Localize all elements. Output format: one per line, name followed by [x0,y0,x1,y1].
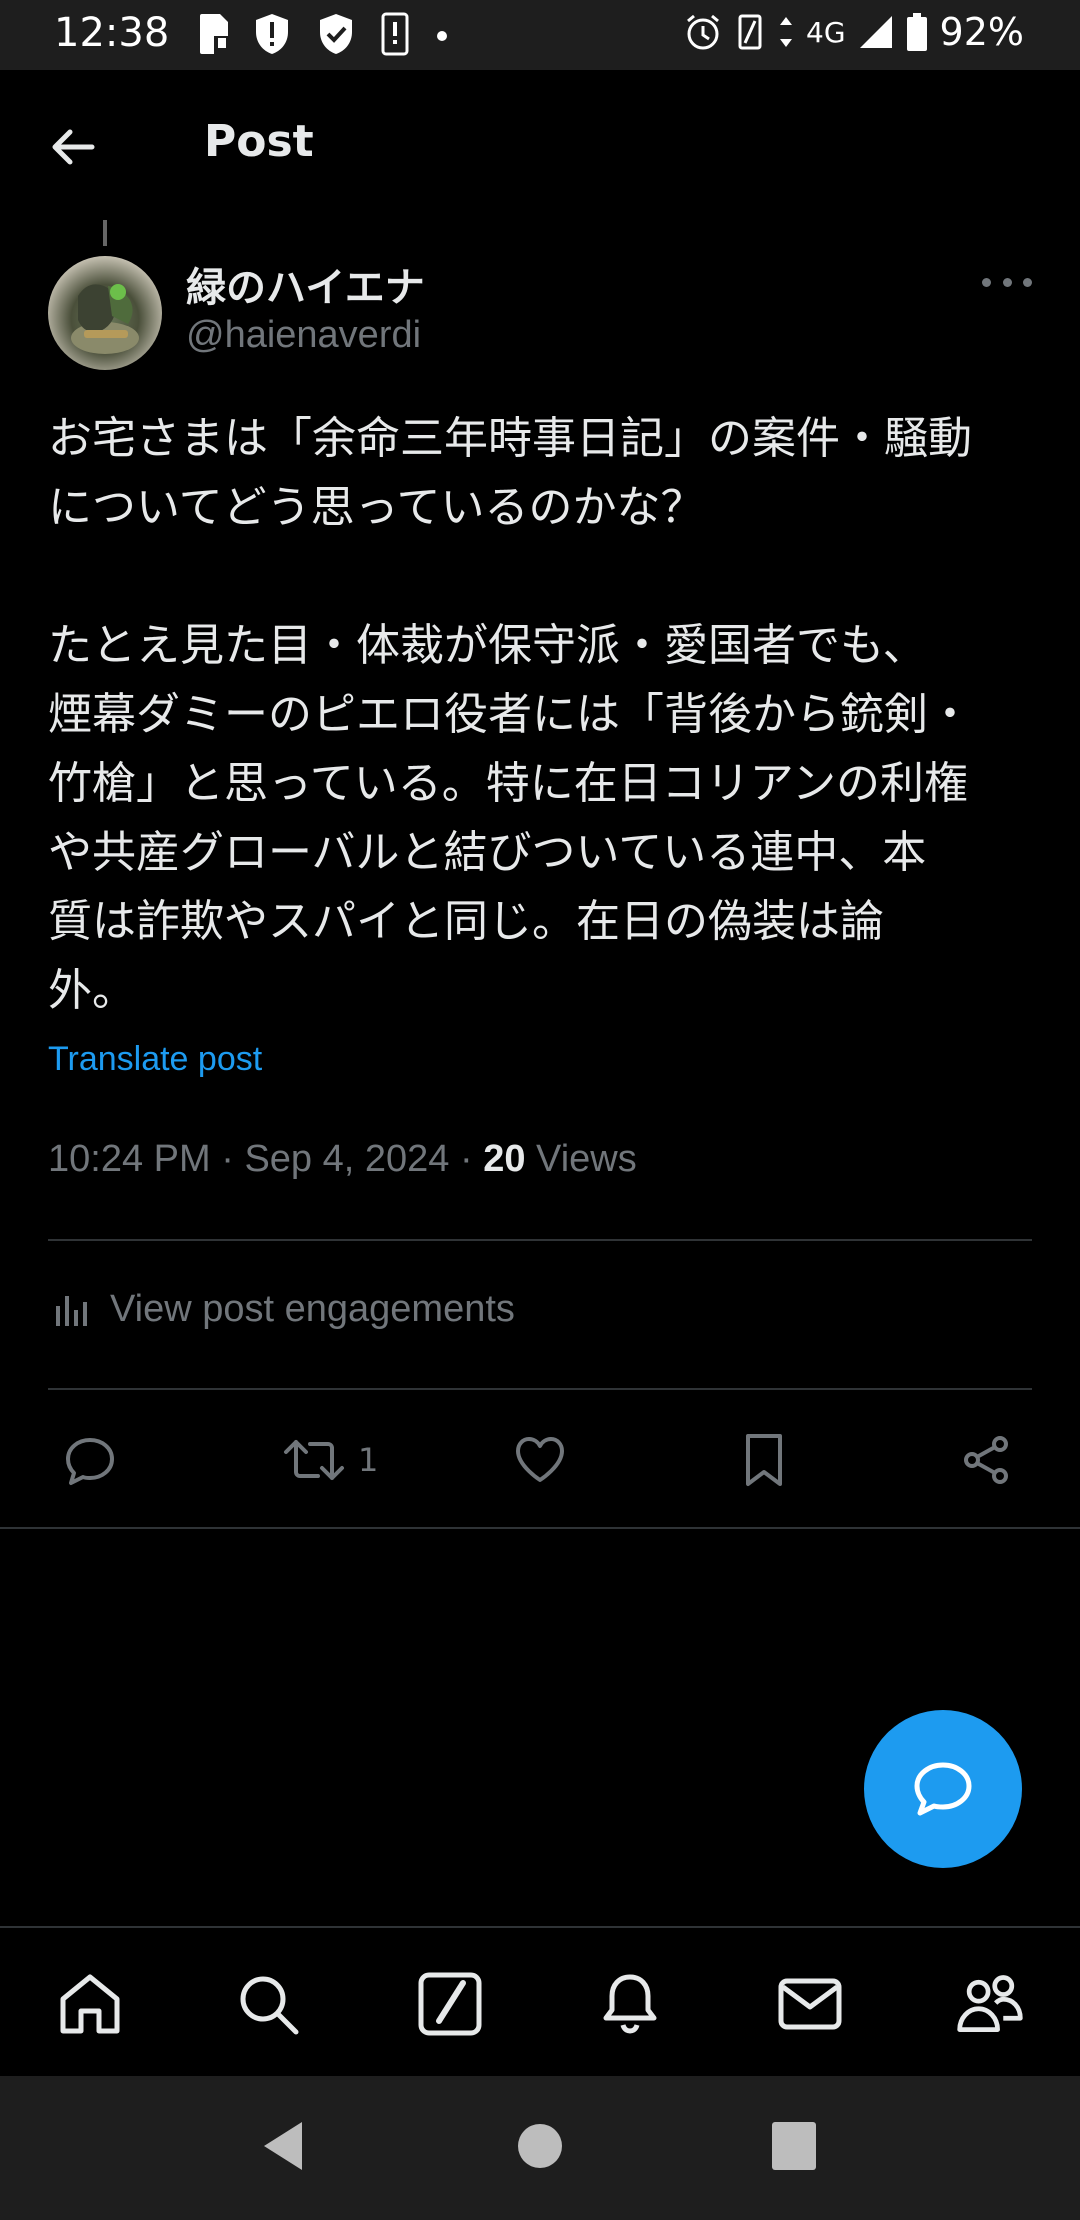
top-bar: Post [0,70,1080,220]
repost-icon [284,1440,344,1480]
system-back-icon[interactable] [258,2118,306,2174]
bottom-navigation [0,1926,1080,2078]
author-display-name[interactable]: 緑のハイエナ [186,255,425,313]
avatar-image [71,284,139,354]
reply-fab-button[interactable] [864,1710,1022,1868]
engagements-label: View post engagements [110,1288,515,1330]
dot-icon [437,31,447,41]
author-handle[interactable]: @haienaverdi [186,314,421,357]
alert-shield-icon [256,14,288,54]
thread-line [103,220,107,246]
avatar[interactable] [48,256,162,370]
reply-icon [914,1762,972,1816]
nav-grok[interactable] [414,1968,486,2040]
search-icon [240,1976,299,2035]
system-navigation-bar [0,2076,1080,2220]
nav-search[interactable] [232,1968,304,2040]
messages-icon [778,1978,842,2030]
system-recents-icon[interactable] [768,2118,820,2174]
nav-messages[interactable] [774,1968,846,2040]
post-metadata: 10:24 PM · Sep 4, 2024 · 20 Views [48,1138,637,1181]
repost-button[interactable]: 1 [282,1420,378,1500]
home-icon [60,1974,120,2034]
check-shield-icon [320,14,352,54]
divider [48,1388,1032,1390]
meta-separator: · [459,1138,473,1180]
arrow-left-icon[interactable] [48,122,98,172]
analytics-icon [56,1295,87,1326]
views-count: 20 [483,1138,526,1180]
meta-separator: · [221,1138,234,1180]
more-options-icon[interactable] [982,272,1032,292]
nav-notifications[interactable] [594,1968,666,2040]
data-arrows-icon [780,17,793,47]
bookmark-icon [746,1434,782,1486]
status-bar: 12:38 4G 92% [0,0,1080,70]
grok-icon [418,1972,482,2036]
status-time: 12:38 [54,10,170,56]
post-time: 10:24 PM [48,1138,211,1180]
signal-icon [859,16,892,48]
communities-icon [957,1975,1023,2032]
share-icon [964,1436,1008,1484]
sd-card-icon [200,14,228,54]
view-engagements-button[interactable]: View post engagements [52,1288,515,1331]
repost-count: 1 [358,1441,379,1479]
nav-home[interactable] [54,1968,126,2040]
system-home-icon[interactable] [516,2118,564,2174]
battery-percent: 92% [939,10,1024,54]
reply-button[interactable] [62,1420,118,1500]
reply-icon [66,1438,114,1485]
alarm-icon [687,14,719,50]
vibrate-icon [738,14,762,50]
post-actions: 1 [0,1420,1080,1500]
device-info-icon [381,12,409,56]
nav-communities[interactable] [954,1968,1026,2040]
notifications-icon [603,1974,657,2034]
bookmark-button[interactable] [738,1420,790,1500]
network-type: 4G [806,15,846,49]
heart-icon [516,1437,564,1482]
post-date: Sep 4, 2024 [244,1138,450,1180]
page-title: Post [204,116,314,167]
divider [0,1527,1080,1529]
like-button[interactable] [512,1420,568,1500]
divider [48,1239,1032,1241]
battery-icon [906,13,927,51]
post-text: お宅さまは「余命三年時事日記」の案件・騒動 についてどう思っているのかな？ たと… [48,413,972,1016]
share-button[interactable] [958,1420,1014,1500]
views-label: Views [536,1138,637,1180]
translate-post-link[interactable]: Translate post [48,1040,262,1079]
